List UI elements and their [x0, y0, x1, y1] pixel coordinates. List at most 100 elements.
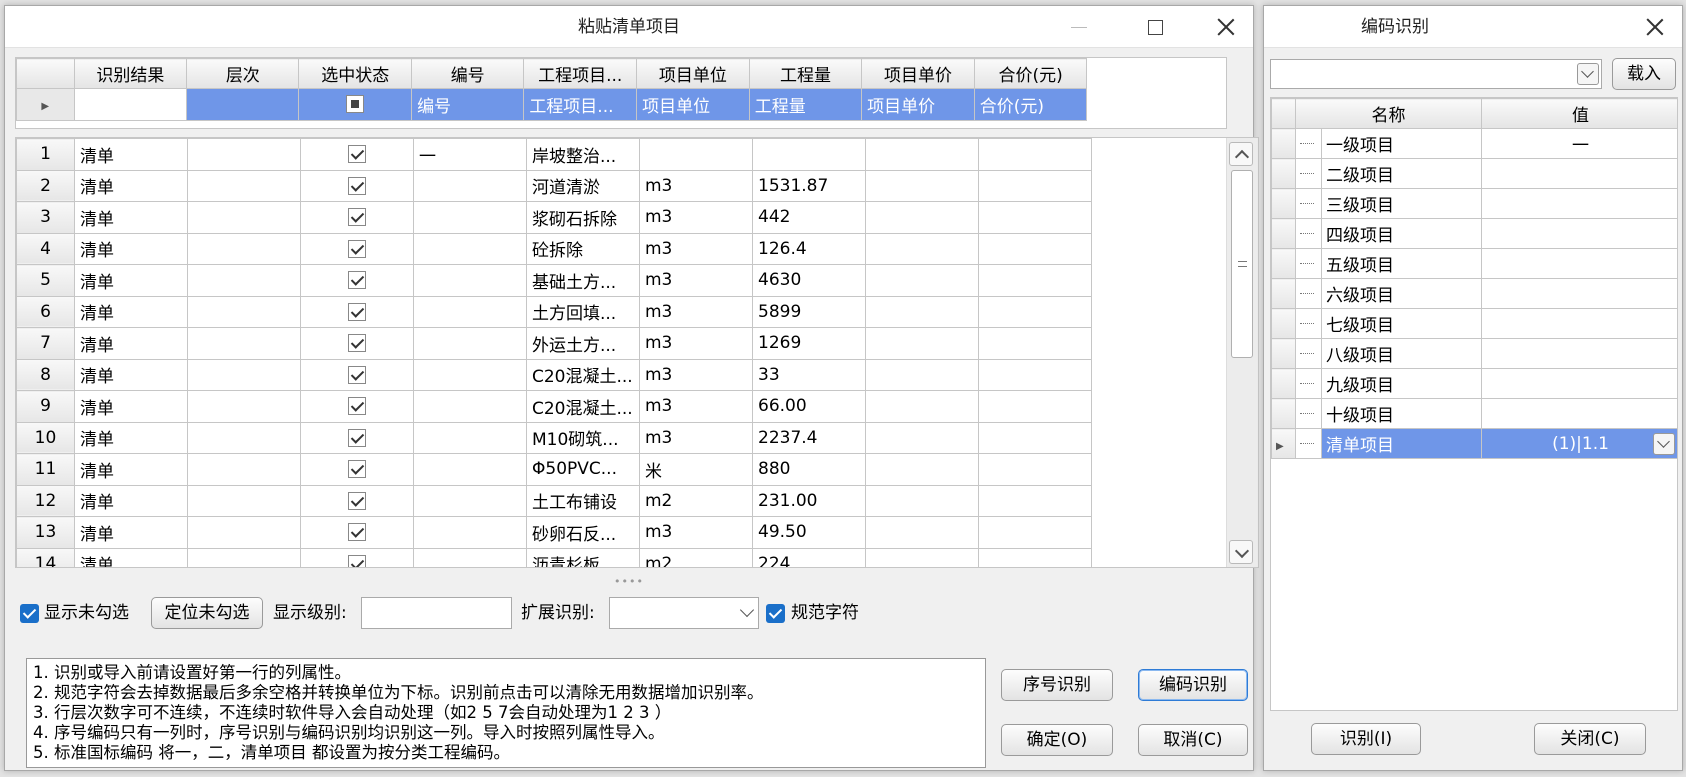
cell-level[interactable]: [187, 421, 301, 454]
table-row[interactable]: 9 清单 C20混凝土... m3 66.00: [16, 390, 1092, 423]
cell-qty[interactable]: 5899: [752, 295, 866, 328]
dropdown-button[interactable]: [1577, 63, 1599, 85]
cell-name[interactable]: 岸坡整治...: [526, 138, 640, 171]
show-level-input[interactable]: [361, 597, 512, 629]
cell-name[interactable]: 基础土方...: [526, 264, 640, 297]
row-checkbox[interactable]: [348, 302, 366, 321]
cell-total[interactable]: [978, 547, 1092, 567]
cell-price[interactable]: [865, 232, 979, 265]
cell-name[interactable]: M10砌筑...: [526, 421, 640, 454]
item-name[interactable]: 四级项目: [1321, 218, 1482, 249]
cell-selected[interactable]: [300, 232, 414, 265]
item-value[interactable]: [1481, 278, 1677, 309]
cell-selected[interactable]: [300, 390, 414, 423]
cell-price[interactable]: [865, 484, 979, 517]
row-checkbox[interactable]: [348, 365, 366, 384]
cell-unit[interactable]: [639, 138, 753, 171]
cell-unit[interactable]: 米: [639, 453, 753, 486]
cell-result[interactable]: 清单: [74, 295, 188, 328]
cell-qty[interactable]: 224: [752, 547, 866, 567]
cell-code[interactable]: [413, 232, 527, 265]
cell-unit[interactable]: m3: [639, 358, 753, 391]
attribute-row[interactable]: ▶ 编号 工程项目... 项目单位 工程量 项目单价 合价(元): [16, 88, 1226, 121]
cell-total[interactable]: [978, 232, 1092, 265]
cell-total[interactable]: [978, 264, 1092, 297]
col-header-qty[interactable]: 工程量: [748, 58, 863, 89]
cell-name[interactable]: 沥青杉板...: [526, 547, 640, 567]
item-value[interactable]: [1481, 158, 1677, 189]
close-button[interactable]: [1642, 14, 1668, 40]
checkbox-partial[interactable]: [346, 95, 365, 114]
table-row[interactable]: 13 清单 砂卵石反... m3 49.50: [16, 516, 1092, 549]
table-row[interactable]: 5 清单 基础土方... m3 4630: [16, 264, 1092, 297]
attr-cell-price[interactable]: 项目单价: [861, 88, 975, 121]
cell-total[interactable]: [978, 138, 1092, 171]
cell-selected[interactable]: [300, 138, 414, 171]
cell-total[interactable]: [978, 295, 1092, 328]
col-header-level[interactable]: 层次: [186, 58, 300, 89]
cell-qty[interactable]: [752, 138, 866, 171]
attr-cell-total[interactable]: 合价(元): [973, 88, 1088, 121]
cell-price[interactable]: [865, 390, 979, 423]
item-name[interactable]: 七级项目: [1321, 308, 1482, 339]
tree-row[interactable]: 一级项目 一: [1271, 128, 1677, 159]
item-name[interactable]: 十级项目: [1321, 398, 1482, 429]
attr-cell-level[interactable]: [186, 88, 300, 121]
col-header-result[interactable]: 识别结果: [73, 58, 188, 89]
tree-row[interactable]: 十级项目: [1271, 398, 1677, 429]
item-value[interactable]: [1481, 338, 1677, 369]
cell-code[interactable]: [413, 390, 527, 423]
load-button[interactable]: 载入: [1612, 58, 1676, 90]
cell-unit[interactable]: m2: [639, 484, 753, 517]
table-row[interactable]: 12 清单 土工布铺设 m2 231.00: [16, 484, 1092, 517]
cell-qty[interactable]: 1531.87: [752, 169, 866, 202]
tree-row[interactable]: 九级项目: [1271, 368, 1677, 399]
cell-result[interactable]: 清单: [74, 358, 188, 391]
cell-selected[interactable]: [300, 169, 414, 202]
cell-result[interactable]: 清单: [74, 390, 188, 423]
cell-name[interactable]: 河道清淤: [526, 169, 640, 202]
cell-code[interactable]: [413, 547, 527, 567]
cell-level[interactable]: [187, 516, 301, 549]
cell-level[interactable]: [187, 201, 301, 234]
table-row[interactable]: 6 清单 土方回填... m3 5899: [16, 295, 1092, 328]
item-name[interactable]: 三级项目: [1321, 188, 1482, 219]
cell-unit[interactable]: m3: [639, 264, 753, 297]
col-header-name[interactable]: 工程项目...: [523, 58, 638, 89]
cell-selected[interactable]: [300, 327, 414, 360]
cell-price[interactable]: [865, 516, 979, 549]
chevron-down-icon[interactable]: [1653, 433, 1675, 455]
cell-unit[interactable]: m3: [639, 232, 753, 265]
cell-unit[interactable]: m3: [639, 295, 753, 328]
cell-qty[interactable]: 4630: [752, 264, 866, 297]
cell-price[interactable]: [865, 421, 979, 454]
cell-result[interactable]: 清单: [74, 232, 188, 265]
cell-level[interactable]: [187, 390, 301, 423]
cell-code[interactable]: [413, 484, 527, 517]
tree-row[interactable]: 六级项目: [1271, 278, 1677, 309]
row-checkbox[interactable]: [348, 334, 366, 353]
item-name[interactable]: 六级项目: [1321, 278, 1482, 309]
cell-qty[interactable]: 442: [752, 201, 866, 234]
cell-selected[interactable]: [300, 516, 414, 549]
cell-result[interactable]: 清单: [74, 453, 188, 486]
cell-unit[interactable]: m3: [639, 421, 753, 454]
table-row[interactable]: 3 清单 浆砌石拆除 m3 442: [16, 201, 1092, 234]
item-value[interactable]: [1481, 308, 1677, 339]
cell-price[interactable]: [865, 453, 979, 486]
cell-qty[interactable]: 880: [752, 453, 866, 486]
cell-unit[interactable]: m2: [639, 547, 753, 567]
cell-qty[interactable]: 2237.4: [752, 421, 866, 454]
cell-selected[interactable]: [300, 264, 414, 297]
cell-result[interactable]: 清单: [74, 264, 188, 297]
cell-price[interactable]: [865, 138, 979, 171]
cell-name[interactable]: C20混凝土...: [526, 358, 640, 391]
cell-selected[interactable]: [300, 547, 414, 567]
cell-level[interactable]: [187, 295, 301, 328]
cell-selected[interactable]: [300, 453, 414, 486]
cell-price[interactable]: [865, 201, 979, 234]
cell-total[interactable]: [978, 453, 1092, 486]
cell-result[interactable]: 清单: [74, 201, 188, 234]
cell-level[interactable]: [187, 264, 301, 297]
row-checkbox[interactable]: [348, 271, 366, 290]
